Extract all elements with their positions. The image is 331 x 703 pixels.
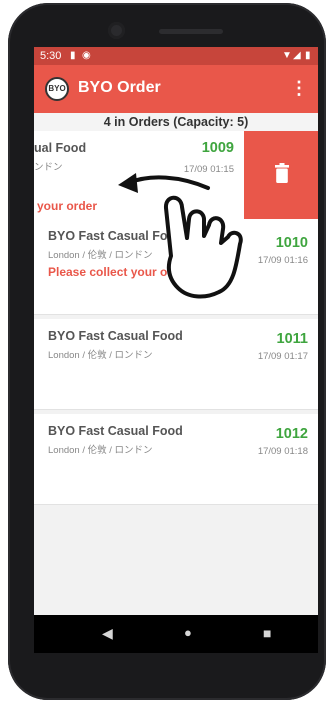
sim-card-icon: ▮ <box>70 50 76 61</box>
status-bar: 5:30 ▮ ◉ ▼ ◢ ▮ <box>34 47 318 65</box>
order-card-1010[interactable]: BYO Fast Casual Foo London / 伦敦 / ロンドン 1… <box>34 219 318 315</box>
signal-icon: ◢ <box>293 50 301 61</box>
order-restaurant-name: BYO Fast Casual Foo <box>48 229 176 243</box>
order-card-1012[interactable]: BYO Fast Casual Food London / 伦敦 / ロンドン … <box>34 414 318 505</box>
swipe-delete-action[interactable] <box>244 131 318 219</box>
order-location: London / 伦敦 / ロンドン <box>48 250 153 261</box>
byo-logo: BYO <box>45 77 69 101</box>
more-vert-icon[interactable]: ⋮ <box>290 79 308 97</box>
app-bar: BYO BYO Order ⋮ <box>34 65 318 113</box>
order-number: 1011 <box>276 331 308 347</box>
status-time: 5:30 <box>40 50 62 62</box>
order-time: 17/09 01:17 <box>257 351 308 362</box>
front-camera <box>108 22 125 39</box>
back-triangle-icon[interactable]: ◀ <box>102 626 113 640</box>
trash-icon <box>275 163 289 183</box>
order-restaurant-name: BYO Fast Casual Food <box>48 329 183 343</box>
app-title: BYO Order <box>78 79 161 96</box>
order-number: 1012 <box>275 426 308 442</box>
order-card-1009[interactable]: ual Food ンドン 1009 17/09 01:15 your order <box>34 131 244 219</box>
sync-icon: ◉ <box>82 50 91 61</box>
system-nav-bar: ◀ ● ■ <box>34 615 318 653</box>
order-number: 1010 <box>275 235 308 251</box>
wifi-icon: ▼ <box>282 50 292 61</box>
orders-summary: 4 in Orders (Capacity: 5) <box>34 113 318 131</box>
order-card-1011[interactable]: BYO Fast Casual Food London / 伦敦 / ロンドン … <box>34 319 318 410</box>
order-time: 17/09 01:16 <box>257 255 308 266</box>
home-circle-icon[interactable]: ● <box>184 626 192 640</box>
order-location: ンドン <box>34 162 63 173</box>
order-number: 1009 <box>201 140 234 156</box>
order-restaurant-name: ual Food <box>34 141 87 155</box>
order-location: London / 伦敦 / ロンドン <box>48 445 153 456</box>
earpiece-speaker <box>159 29 223 34</box>
order-location: London / 伦敦 / ロンドン <box>48 350 153 361</box>
battery-icon: ▮ <box>305 50 311 61</box>
screen: 5:30 ▮ ◉ ▼ ◢ ▮ BYO BYO Order ⋮ 4 in Orde… <box>34 47 318 653</box>
order-time: 17/09 01:15 <box>183 164 234 175</box>
order-message: Please collect your order <box>48 265 191 279</box>
order-restaurant-name: BYO Fast Casual Food <box>48 424 183 438</box>
phone-frame: 5:30 ▮ ◉ ▼ ◢ ▮ BYO BYO Order ⋮ 4 in Orde… <box>8 3 326 700</box>
recents-square-icon[interactable]: ■ <box>263 626 271 640</box>
order-time: 17/09 01:18 <box>257 446 308 457</box>
order-message: your order <box>37 199 98 213</box>
